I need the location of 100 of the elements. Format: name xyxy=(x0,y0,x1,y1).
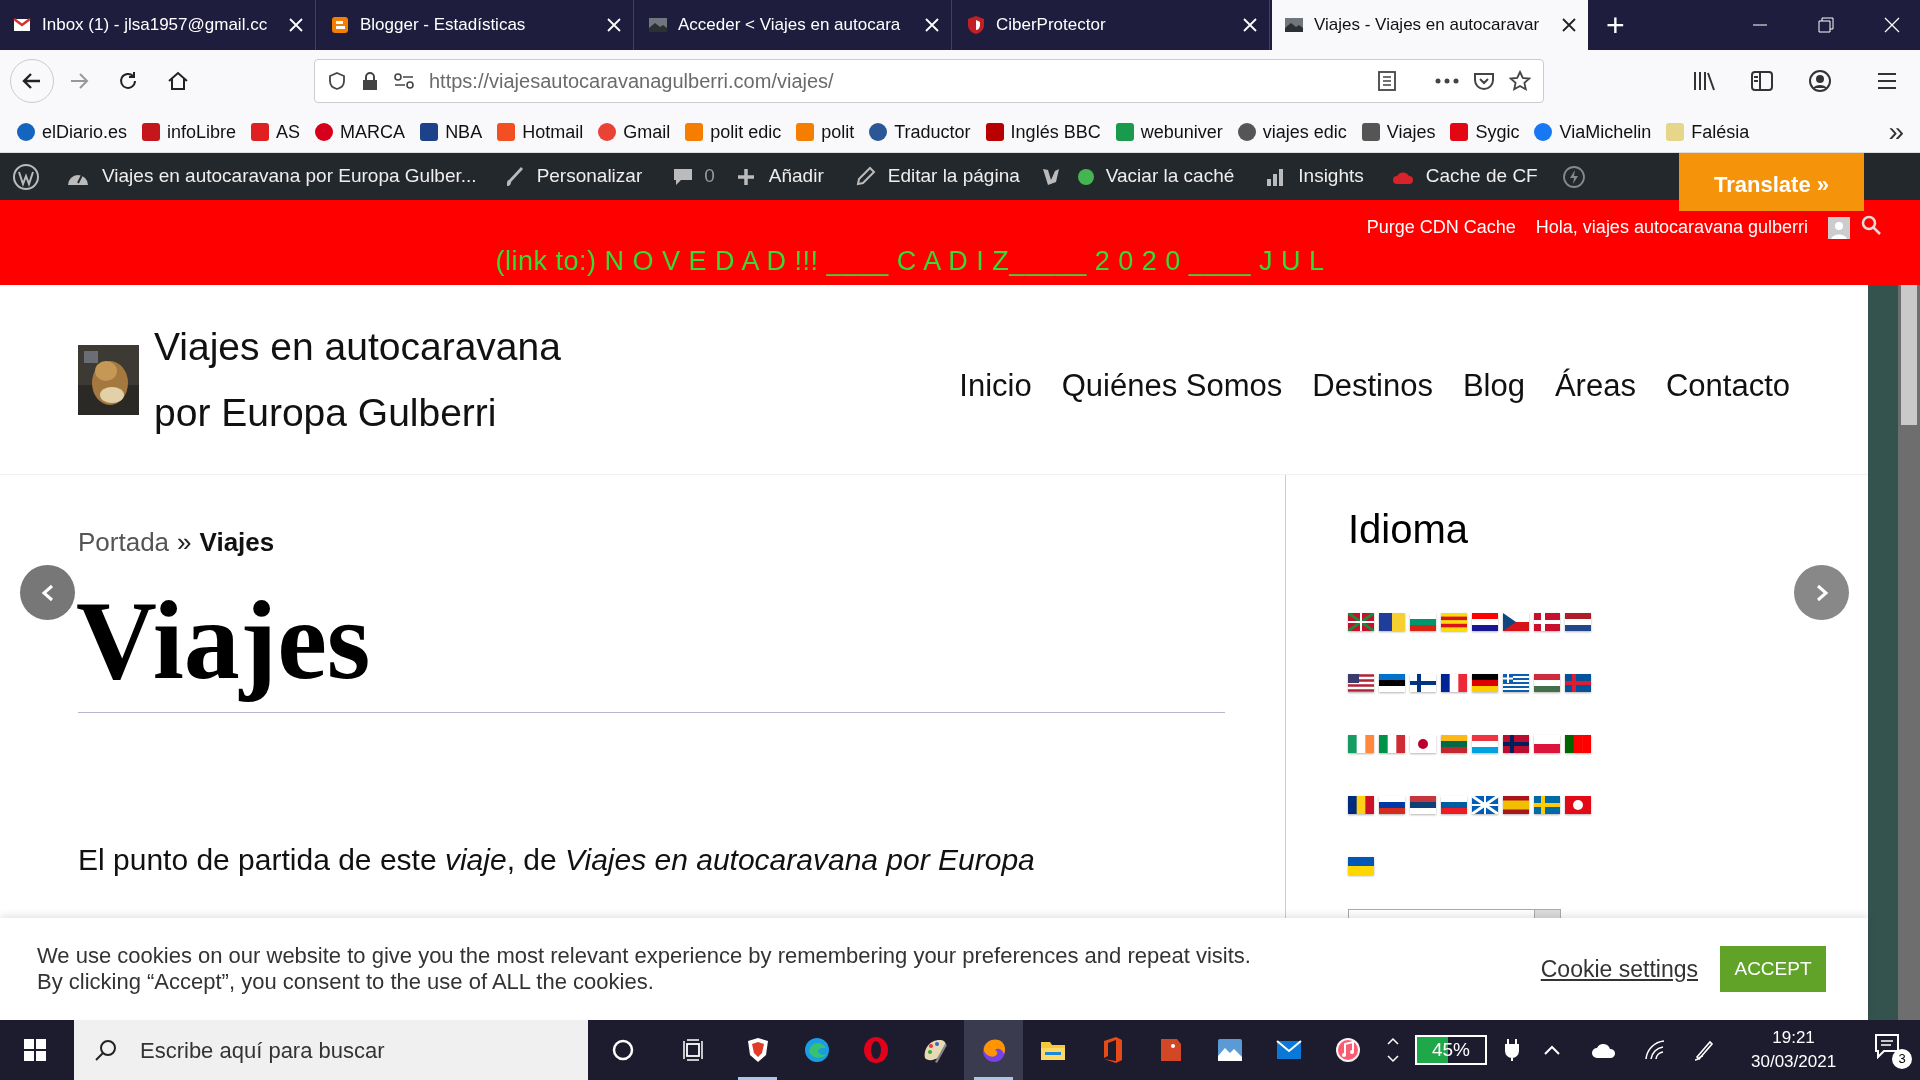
admin-menu-item[interactable]: Editar la página xyxy=(887,162,1020,191)
flag-icon[interactable] xyxy=(1410,674,1436,692)
search-placeholder[interactable]: Escribe aquí para buscar xyxy=(140,1033,385,1067)
home-icon[interactable] xyxy=(166,69,190,93)
site-title[interactable]: por Europa Gulberri xyxy=(154,388,561,437)
more-icon[interactable] xyxy=(1435,78,1459,84)
scroll-up-icon[interactable] xyxy=(1387,1037,1399,1045)
address-bar[interactable]: https://viajesautocaravanagulberri.com/viajes/ xyxy=(314,59,1544,103)
cookie-settings-link[interactable]: Cookie settings xyxy=(1540,951,1698,987)
flag-icon[interactable] xyxy=(1410,796,1436,814)
comment-count[interactable]: 0 xyxy=(704,162,715,191)
flag-icon[interactable] xyxy=(1441,674,1467,692)
nav-link[interactable]: Contacto xyxy=(1665,363,1790,410)
bookmark-link[interactable]: elDiario.es xyxy=(42,118,128,146)
bookmark-link[interactable]: infoLibre xyxy=(167,118,237,146)
plug-icon[interactable] xyxy=(1505,1039,1519,1061)
task-view-icon[interactable] xyxy=(682,1039,706,1061)
bookmark-link[interactable]: webuniver xyxy=(1140,118,1223,146)
admin-menu-item[interactable]: Vaciar la caché xyxy=(1105,162,1235,191)
flag-icon[interactable] xyxy=(1410,735,1436,753)
cloud-icon[interactable] xyxy=(1591,1042,1617,1058)
nav-link[interactable]: Destinos xyxy=(1312,363,1433,410)
greeting-text[interactable]: Hola, viajes autocaravana gulberri xyxy=(1535,214,1808,241)
bookmark-link[interactable]: Traductor xyxy=(894,118,971,146)
bookmark-icon[interactable] xyxy=(597,122,618,142)
permissions-icon[interactable] xyxy=(393,72,415,90)
cortana-icon[interactable] xyxy=(612,1039,634,1061)
bookmark-icon[interactable] xyxy=(141,122,162,142)
admin-menu-item[interactable]: Insights xyxy=(1298,162,1364,191)
bookmark-icon[interactable] xyxy=(984,122,1005,142)
admin-menu-item[interactable]: Añadir xyxy=(768,162,824,191)
bookmark-link[interactable]: NBA xyxy=(445,118,483,146)
nav-link[interactable]: Inicio xyxy=(959,363,1032,410)
bookmark-link[interactable]: polit xyxy=(821,118,855,146)
nav-link[interactable]: Blog xyxy=(1462,363,1525,410)
shield-icon[interactable] xyxy=(327,71,347,91)
taskbar-search-field[interactable]: Escribe aquí para buscar xyxy=(74,1020,588,1080)
pen-icon[interactable] xyxy=(1693,1039,1715,1061)
bookmark-link[interactable]: viajes edic xyxy=(1262,118,1347,146)
bookmark-link[interactable]: polit edic xyxy=(710,118,782,146)
flag-icon[interactable] xyxy=(1503,674,1529,692)
windows-start-icon[interactable] xyxy=(24,1039,46,1061)
bookmark-link[interactable]: Viajes xyxy=(1386,118,1436,146)
bookmark-icon[interactable] xyxy=(250,122,271,142)
url-text[interactable]: https://viajesautocaravanagulberri.com/viajes/ xyxy=(429,66,834,96)
pocket-icon[interactable] xyxy=(1473,71,1495,91)
library-icon[interactable] xyxy=(1692,70,1716,92)
reader-view-icon[interactable] xyxy=(1377,70,1397,92)
close-icon[interactable] xyxy=(1562,18,1576,32)
sidebar-icon[interactable] xyxy=(1750,70,1774,92)
site-title[interactable]: Viajes en autocaravana xyxy=(154,322,561,371)
nav-link[interactable]: Quiénes Somos xyxy=(1061,363,1283,410)
nav-link[interactable]: Áreas xyxy=(1554,363,1636,410)
flag-icon[interactable] xyxy=(1503,613,1529,631)
wordpress-icon[interactable] xyxy=(12,162,40,191)
new-tab-button[interactable]: + xyxy=(1590,0,1641,50)
bookmark-icon[interactable] xyxy=(1236,122,1257,142)
wifi-icon[interactable] xyxy=(1643,1039,1667,1061)
purge-cache-link[interactable]: Purge CDN Cache xyxy=(1366,214,1516,241)
flag-icon[interactable] xyxy=(1379,796,1405,814)
site-name-link[interactable]: Viajes en autocaravana por Europa Gulber... xyxy=(102,162,477,191)
bookmark-icon[interactable] xyxy=(1449,122,1470,142)
bookmark-link[interactable]: Gmail xyxy=(623,118,671,146)
restore-icon[interactable] xyxy=(1818,17,1834,33)
lightning-icon[interactable] xyxy=(1561,164,1586,189)
bookmark-icon[interactable] xyxy=(1360,122,1381,142)
menu-icon[interactable] xyxy=(1876,72,1898,90)
bookmark-link[interactable]: Inglés BBC xyxy=(1010,118,1101,146)
bookmark-link[interactable]: AS xyxy=(276,118,301,146)
flag-icon[interactable] xyxy=(1472,613,1498,631)
scroll-down-icon[interactable] xyxy=(1387,1055,1399,1063)
admin-menu-item[interactable]: Cache de CF xyxy=(1425,162,1538,191)
flag-icon[interactable] xyxy=(1379,613,1405,631)
search-icon[interactable] xyxy=(1860,214,1882,236)
browser-tab[interactable]: Viajes - Viajes en autocaravar xyxy=(1272,0,1588,50)
bookmark-link[interactable]: Falésia xyxy=(1691,118,1750,146)
clock[interactable]: 19:21 30/03/2021 xyxy=(1751,1026,1837,1074)
bookmark-icon[interactable] xyxy=(1533,122,1554,142)
flag-icon[interactable] xyxy=(1348,796,1374,814)
account-icon[interactable] xyxy=(1808,69,1832,93)
taskbar-app-icon[interactable] xyxy=(964,1020,1023,1080)
flag-icon[interactable] xyxy=(1379,674,1405,692)
flag-icon[interactable] xyxy=(1472,674,1498,692)
bookmark-icon[interactable] xyxy=(314,122,335,142)
next-button[interactable] xyxy=(1794,565,1849,620)
bookmarks-overflow-button[interactable]: » xyxy=(1888,118,1904,146)
scrollbar[interactable] xyxy=(1898,285,1920,1020)
bookmark-link[interactable]: MARCA xyxy=(340,118,406,146)
bookmark-link[interactable]: Sygic xyxy=(1475,118,1520,146)
bookmark-icon[interactable] xyxy=(868,122,889,142)
bookmark-link[interactable]: Hotmail xyxy=(522,118,584,146)
bookmark-icon[interactable] xyxy=(419,122,440,142)
previous-button[interactable] xyxy=(20,565,75,620)
breadcrumb-link[interactable]: Portada xyxy=(78,523,170,562)
flag-icon[interactable] xyxy=(1348,674,1374,692)
avatar-icon[interactable] xyxy=(1828,216,1850,239)
flag-icon[interactable] xyxy=(1565,613,1591,631)
admin-menu-item[interactable]: Personalizar xyxy=(536,162,643,191)
chevron-up-icon[interactable] xyxy=(1543,1044,1561,1056)
bookmark-link[interactable]: ViaMichelin xyxy=(1559,118,1652,146)
